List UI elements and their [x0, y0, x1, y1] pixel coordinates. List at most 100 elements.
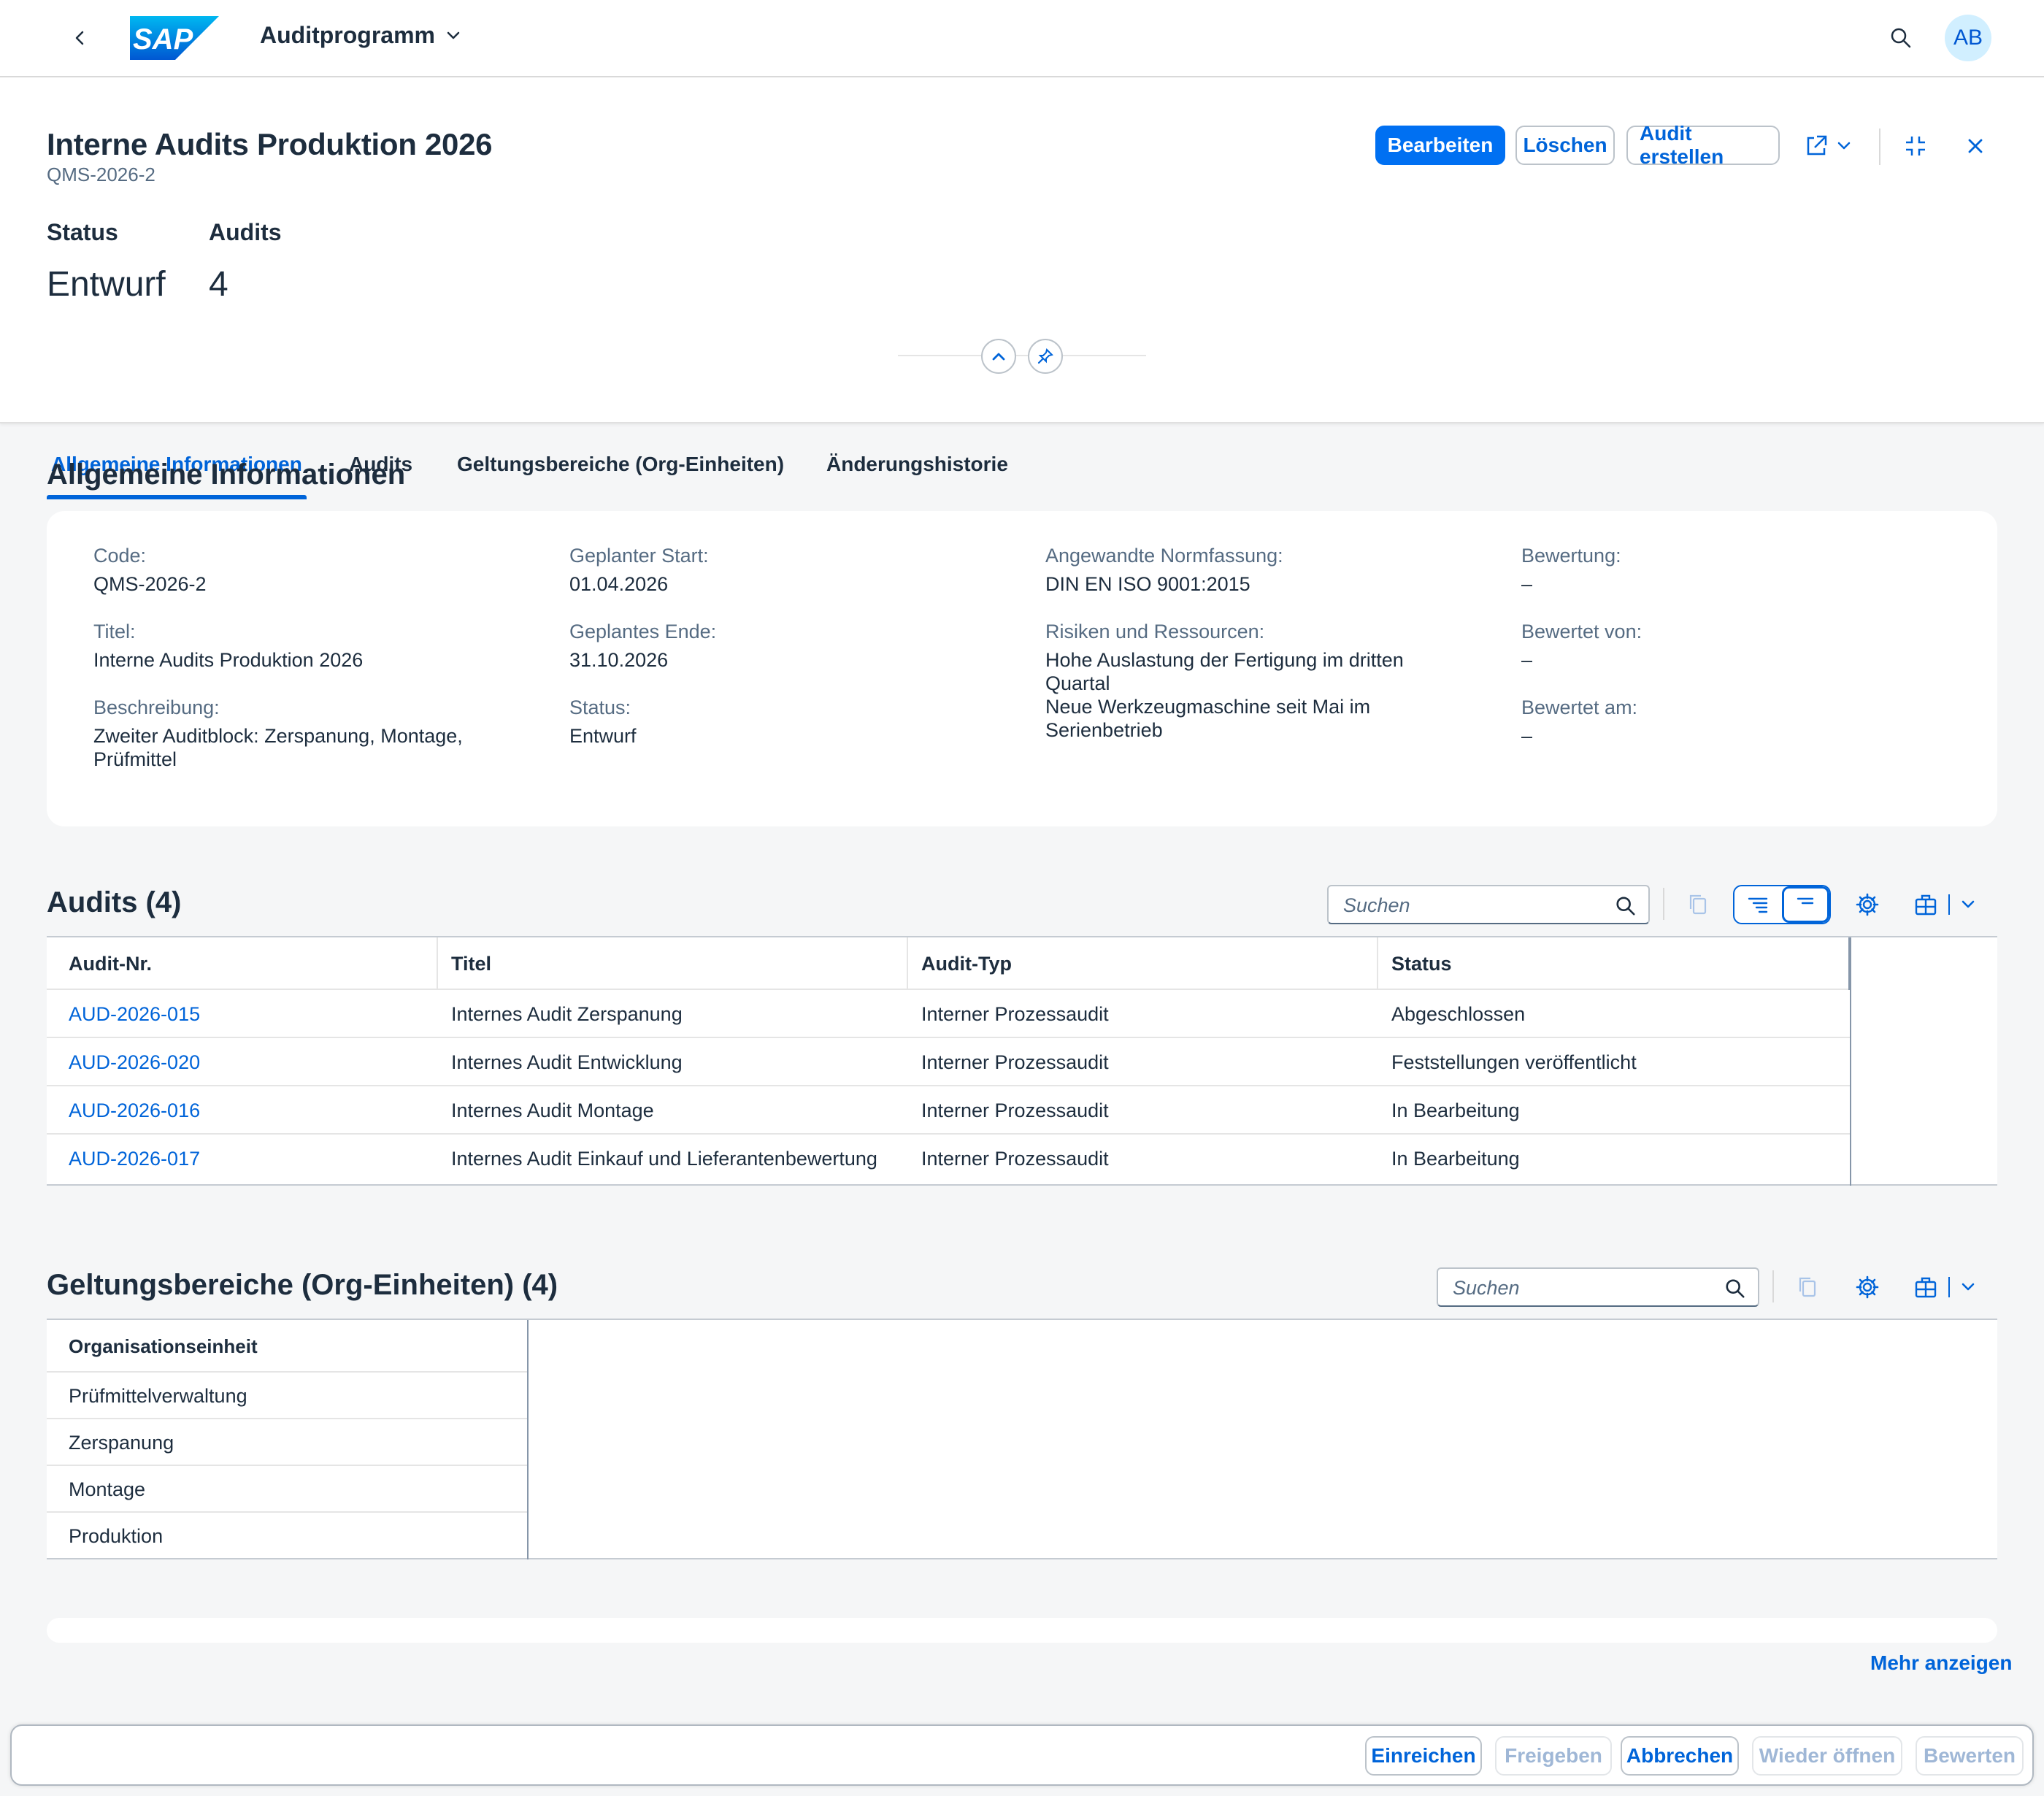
- user-avatar[interactable]: AB: [1945, 15, 1991, 61]
- scopes-settings-button[interactable]: [1850, 1270, 1885, 1305]
- audit-status-cell: In Bearbeitung: [1391, 1147, 1520, 1170]
- audit-title-cell: Internes Audit Entwicklung: [451, 1051, 683, 1073]
- planned-start-value: 01.04.2026: [569, 573, 669, 595]
- collapsed-section-card: [47, 1618, 1997, 1643]
- pin-header-button[interactable]: [1028, 339, 1063, 374]
- svg-text:SAP: SAP: [133, 23, 193, 55]
- general-info-card: Code: QMS-2026-2 Titel: Interne Audits P…: [47, 511, 1997, 826]
- edit-button[interactable]: Bearbeiten: [1375, 126, 1505, 165]
- export-spreadsheet-icon: [1915, 1277, 1937, 1298]
- pin-icon: [1037, 348, 1053, 364]
- scopes-export-menu-button[interactable]: [1907, 1270, 1983, 1305]
- exit-fullscreen-button[interactable]: [1899, 130, 1932, 162]
- scopes-search-input[interactable]: [1453, 1275, 1714, 1301]
- app-title-menu[interactable]: Auditprogramm: [260, 22, 461, 49]
- table-row[interactable]: AUD-2026-016 Internes Audit Montage Inte…: [47, 1086, 1850, 1135]
- audit-number-link[interactable]: AUD-2026-015: [47, 990, 200, 1038]
- rating-value: –: [1521, 573, 1533, 595]
- risks-label: Risiken und Ressourcen:: [1045, 621, 1265, 642]
- table-row[interactable]: Zerspanung: [47, 1419, 527, 1466]
- table-row[interactable]: AUD-2026-020 Internes Audit Entwicklung …: [47, 1038, 1850, 1086]
- table-row[interactable]: Prüfmittelverwaltung: [47, 1373, 527, 1419]
- search-icon: [1616, 897, 1635, 916]
- reopen-button[interactable]: Wieder öffnen: [1752, 1736, 1902, 1776]
- copy-icon: [1799, 1277, 1816, 1297]
- tab-change-history[interactable]: Änderungshistorie: [826, 453, 1008, 476]
- gear-icon: [1856, 893, 1879, 916]
- audits-search-input[interactable]: [1343, 892, 1605, 918]
- table-row[interactable]: AUD-2026-017 Internes Audit Einkauf und …: [47, 1135, 1850, 1183]
- close-button[interactable]: [1959, 130, 1991, 162]
- split-separator: [1948, 1277, 1950, 1297]
- scopes-search-field[interactable]: [1437, 1267, 1759, 1307]
- share-menu-button[interactable]: [1799, 130, 1857, 162]
- release-button[interactable]: Freigeben: [1495, 1736, 1612, 1776]
- scopes-section-title: Geltungsbereiche (Org-Einheiten) (4): [47, 1269, 558, 1301]
- audits-tree-view-button[interactable]: [1734, 886, 1782, 923]
- rating-label: Bewertung:: [1521, 545, 1621, 567]
- table-row[interactable]: Montage: [47, 1466, 527, 1513]
- audits-settings-button[interactable]: [1850, 887, 1885, 922]
- audits-table-header: Audit-Nr. Titel Audit-Typ Status: [47, 937, 1850, 990]
- shell-search-button[interactable]: [1886, 23, 1916, 53]
- audits-copy-button[interactable]: [1680, 887, 1716, 922]
- rated-by-value: –: [1521, 649, 1533, 671]
- table-row[interactable]: AUD-2026-015 Internes Audit Zerspanung I…: [47, 990, 1850, 1038]
- audits-search-field[interactable]: [1327, 885, 1650, 924]
- audits-search-button[interactable]: [1613, 894, 1638, 918]
- column-header-status[interactable]: Status: [1378, 937, 1850, 990]
- audit-number-link[interactable]: AUD-2026-020: [47, 1038, 200, 1086]
- column-header-org-unit[interactable]: Organisationseinheit: [47, 1320, 529, 1373]
- chevron-down-icon: [1837, 142, 1851, 150]
- footer-toolbar: Einreichen Freigeben Abbrechen Wieder öf…: [10, 1724, 2034, 1786]
- chevron-down-icon: [447, 31, 460, 39]
- object-title: Interne Audits Produktion 2026: [47, 127, 493, 161]
- cancel-button[interactable]: Abbrechen: [1621, 1736, 1739, 1776]
- app-title: Auditprogramm: [260, 22, 435, 48]
- scopes-table-header: Organisationseinheit: [47, 1320, 529, 1373]
- chevron-down-icon: [1962, 900, 1975, 908]
- audit-status-cell: Feststellungen veröffentlicht: [1391, 1051, 1637, 1073]
- risks-value-1: Hohe Auslastung der Fertigung im dritten…: [1045, 649, 1404, 694]
- kpi-audits-label: Audits: [209, 219, 282, 245]
- audit-title-cell: Internes Audit Montage: [451, 1099, 654, 1121]
- scopes-search-button[interactable]: [1723, 1276, 1748, 1301]
- submit-button[interactable]: Einreichen: [1365, 1736, 1482, 1776]
- column-header-audit-number[interactable]: Audit-Nr.: [47, 937, 438, 990]
- rate-button[interactable]: Bewerten: [1916, 1736, 2024, 1776]
- audits-export-menu-button[interactable]: [1907, 887, 1983, 922]
- create-audit-button[interactable]: Audit erstellen: [1626, 122, 1780, 168]
- scopes-copy-button[interactable]: [1790, 1270, 1825, 1305]
- table-row[interactable]: Produktion: [47, 1513, 527, 1559]
- column-header-audit-type[interactable]: Audit-Typ: [908, 937, 1378, 990]
- audits-flat-view-button[interactable]: [1781, 886, 1829, 923]
- audit-number-link[interactable]: AUD-2026-017: [47, 1135, 200, 1183]
- share-icon: [1807, 135, 1827, 156]
- tab-scopes[interactable]: Geltungsbereiche (Org-Einheiten): [457, 453, 784, 476]
- column-header-title[interactable]: Titel: [438, 937, 908, 990]
- org-unit-cell: Montage: [69, 1478, 146, 1500]
- org-unit-cell: Produktion: [69, 1524, 164, 1547]
- chevron-left-icon: [75, 31, 84, 45]
- active-tab-indicator: [47, 495, 307, 499]
- rated-on-value: –: [1521, 725, 1533, 747]
- toolbar-separator: [1879, 128, 1880, 165]
- norm-value: DIN EN ISO 9001:2015: [1045, 573, 1250, 595]
- table-end-border: [527, 1320, 529, 1559]
- planned-end-label: Geplantes Ende:: [569, 621, 717, 642]
- show-more-link[interactable]: Mehr anzeigen: [1870, 1651, 2012, 1675]
- object-header: Interne Audits Produktion 2026 QMS-2026-…: [0, 77, 2044, 499]
- copy-icon: [1689, 894, 1707, 915]
- audit-number-link[interactable]: AUD-2026-016: [47, 1086, 200, 1135]
- audit-type-cell: Interner Prozessaudit: [921, 1002, 1109, 1025]
- planned-end-value: 31.10.2026: [569, 649, 669, 671]
- collapse-header-button[interactable]: [981, 339, 1016, 374]
- table-end-border: [1850, 937, 1851, 1186]
- kpi-status-value: Entwurf: [47, 265, 166, 304]
- audit-type-cell: Interner Prozessaudit: [921, 1099, 1109, 1121]
- back-button[interactable]: [64, 22, 96, 54]
- shell-bar: SAP Auditprogramm AB: [0, 0, 2044, 77]
- delete-button[interactable]: Löschen: [1515, 126, 1615, 165]
- split-separator: [1948, 894, 1950, 915]
- scopes-table: Organisationseinheit Prüfmittelverwaltun…: [47, 1319, 1997, 1559]
